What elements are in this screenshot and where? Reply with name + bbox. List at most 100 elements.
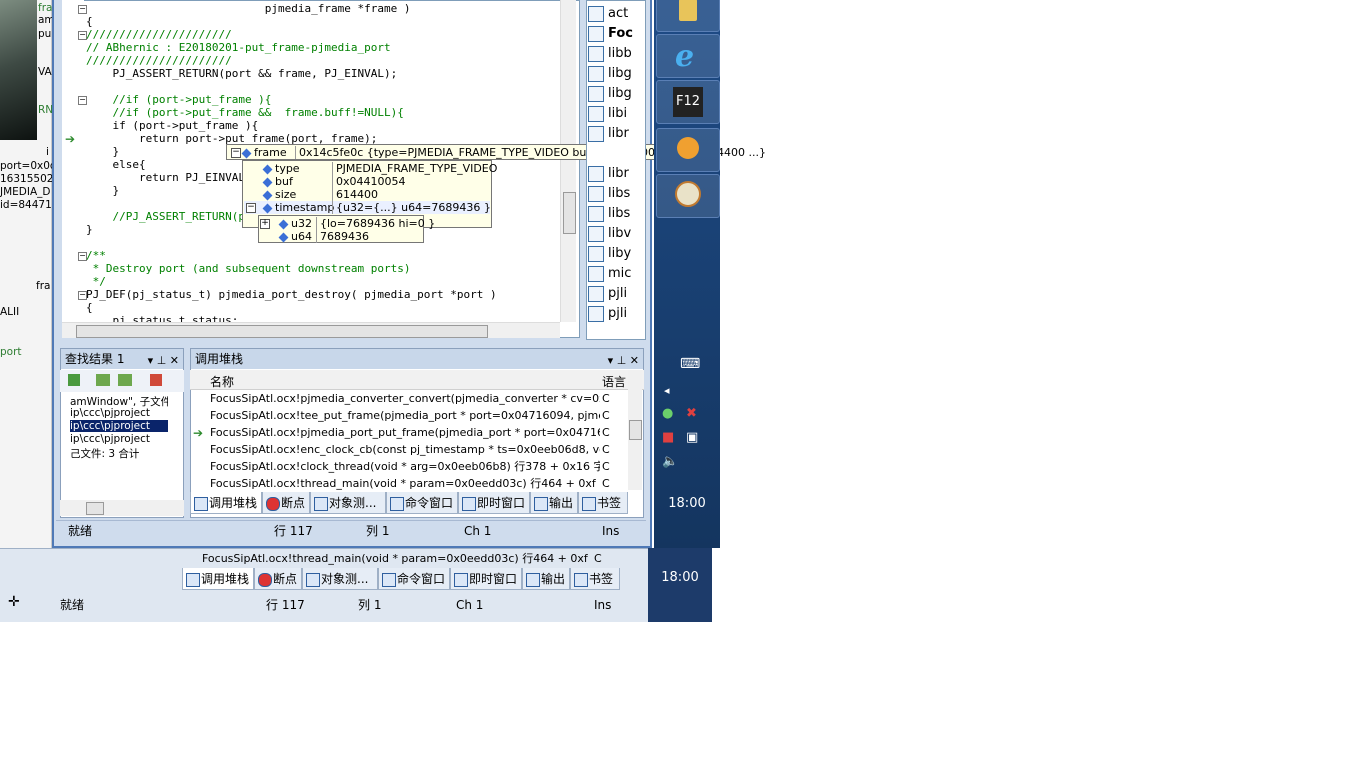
- taskbar-media-button[interactable]: [656, 128, 720, 172]
- taskbar-clock[interactable]: 18:00: [654, 494, 720, 514]
- tab-bookmarks[interactable]: 书签: [578, 492, 628, 514]
- find-result-line[interactable]: ip\ccc\pjproject: [70, 433, 168, 445]
- stack-vscroll-thumb[interactable]: [629, 420, 642, 440]
- code-line: //////////////////////: [86, 28, 232, 41]
- ghost-tab-bookmarks: 书签: [570, 568, 620, 590]
- stack-frame-row[interactable]: FocusSipAtl.ocx!tee_put_frame(pjmedia_po…: [210, 407, 600, 424]
- tab-command-window[interactable]: 命令窗口: [386, 492, 458, 514]
- show-hidden-icons-icon[interactable]: ◂: [664, 384, 670, 397]
- tab-call-stack[interactable]: 调用堆栈: [190, 492, 262, 514]
- datatip-row-timestamp[interactable]: − timestamp {u32={...} u64=7689436 }: [244, 201, 491, 214]
- solution-item[interactable]: libi: [588, 104, 627, 124]
- move-icon: ✛: [8, 594, 20, 610]
- previous-result-icon[interactable]: [96, 374, 110, 386]
- solution-item-label: Foc: [608, 26, 633, 41]
- find-hscroll[interactable]: [60, 500, 184, 516]
- left-fragment: pu: [38, 28, 52, 40]
- stack-frame-row[interactable]: FocusSipAtl.ocx!pjmedia_port_put_frame(p…: [210, 424, 600, 441]
- solution-item[interactable]: pjli: [588, 304, 627, 324]
- immediate-window-icon: [462, 497, 476, 511]
- solution-item[interactable]: Foc: [588, 24, 633, 44]
- editor-hscroll-thumb[interactable]: [76, 325, 488, 338]
- tab-label: 书签: [589, 572, 614, 586]
- expand-icon[interactable]: +: [260, 219, 270, 229]
- find-result-line-selected[interactable]: ip\ccc\pjproject: [70, 420, 168, 432]
- editor-vscroll-thumb[interactable]: [563, 192, 576, 234]
- code-line: pjmedia_frame *frame ): [86, 2, 411, 15]
- project-icon: [588, 85, 604, 102]
- network-error-icon[interactable]: ✖: [686, 406, 697, 421]
- project-icon: [588, 45, 604, 62]
- tab-breakpoints[interactable]: 断点: [262, 492, 310, 514]
- left-fragment: i: [46, 146, 49, 158]
- stack-frame-row[interactable]: FocusSipAtl.ocx!enc_clock_cb(const pj_ti…: [210, 441, 600, 458]
- taskbar-ie-button[interactable]: e: [656, 34, 720, 78]
- collapse-icon[interactable]: −: [231, 148, 241, 158]
- taskbar-paint-button[interactable]: [656, 174, 720, 218]
- stack-frame-language: C: [602, 443, 610, 456]
- find-hscroll-thumb[interactable]: [86, 502, 104, 515]
- field-icon: [278, 219, 289, 229]
- security-icon[interactable]: ■: [662, 430, 674, 445]
- call-stack-title: 调用堆栈 ▾ ⊥ ✕: [191, 349, 643, 369]
- project-icon: [588, 105, 604, 122]
- taskbar-explorer-button[interactable]: [656, 0, 720, 32]
- code-line: * Destroy port (and subsequent downstrea…: [86, 262, 411, 275]
- call-stack-icon: [194, 497, 208, 511]
- project-icon: [588, 245, 604, 262]
- pane-title-text: 查找结果 1: [65, 352, 125, 366]
- tab-output[interactable]: 输出: [530, 492, 578, 514]
- solution-item[interactable]: libg: [588, 64, 632, 84]
- dropdown-icon[interactable]: ▾: [608, 354, 614, 367]
- tab-label: 命令窗口: [405, 496, 454, 510]
- column-header-language[interactable]: 语言: [602, 373, 626, 390]
- solution-item[interactable]: pjli: [588, 284, 627, 304]
- solution-item[interactable]: act: [588, 4, 628, 24]
- next-result-icon[interactable]: [118, 374, 132, 386]
- field-icon: [262, 164, 273, 174]
- code-line: if (port->put_frame ){: [86, 119, 259, 132]
- dropdown-icon[interactable]: ▾: [148, 354, 154, 367]
- solution-item[interactable]: liby: [588, 244, 631, 264]
- close-icon[interactable]: ✕: [170, 354, 179, 367]
- pin-icon[interactable]: ⊥: [617, 354, 627, 367]
- field-icon: [241, 148, 252, 158]
- pin-icon[interactable]: ⊥: [157, 354, 167, 367]
- left-fragment: id=844715: [0, 199, 52, 211]
- solution-item[interactable]: libs: [588, 204, 630, 224]
- solution-item[interactable]: mic: [588, 264, 631, 284]
- editor-horizontal-scrollbar[interactable]: [62, 322, 560, 338]
- code-line: {: [86, 301, 93, 314]
- clear-all-icon[interactable]: [150, 374, 162, 386]
- stack-frame-row[interactable]: FocusSipAtl.ocx!thread_main(void * param…: [210, 475, 600, 492]
- find-result-line[interactable]: 己文件: 3 合计: [70, 446, 168, 461]
- tab-object-test[interactable]: 对象测...: [310, 492, 386, 514]
- solution-item[interactable]: libg: [588, 84, 632, 104]
- member-value: 0x04410054: [332, 175, 406, 188]
- close-icon[interactable]: ✕: [630, 354, 639, 367]
- column-header-name[interactable]: 名称: [210, 373, 234, 390]
- solution-item[interactable]: libr: [588, 164, 629, 184]
- taskbar-f12-button[interactable]: F12: [656, 80, 720, 124]
- stack-vscroll[interactable]: [628, 370, 642, 490]
- network-icon[interactable]: ▣: [686, 430, 698, 445]
- project-icon: [588, 265, 604, 282]
- tab-immediate-window[interactable]: 即时窗口: [458, 492, 530, 514]
- solution-item[interactable]: libr: [588, 124, 629, 144]
- find-result-line[interactable]: ip\ccc\pjproject: [70, 407, 168, 419]
- collapse-icon[interactable]: −: [246, 203, 256, 213]
- solution-item-label: pjli: [608, 306, 628, 321]
- editor-vertical-scrollbar[interactable]: [560, 0, 576, 322]
- solution-item[interactable]: libv: [588, 224, 631, 244]
- solution-item[interactable]: libs: [588, 184, 630, 204]
- solution-item[interactable]: libb: [588, 44, 632, 64]
- stack-frame-row[interactable]: FocusSipAtl.ocx!clock_thread(void * arg=…: [210, 458, 600, 475]
- bookmark-icon: [582, 497, 596, 511]
- keyboard-icon[interactable]: ⌨: [680, 356, 700, 372]
- goto-location-icon[interactable]: [68, 374, 80, 386]
- volume-icon[interactable]: 🔈: [662, 454, 678, 469]
- ghost-taskbar-clock: 18:00: [661, 570, 699, 585]
- code-line: pj_status_t status;: [86, 314, 239, 322]
- wechat-icon[interactable]: ●: [662, 406, 673, 421]
- stack-frame-row[interactable]: FocusSipAtl.ocx!pjmedia_converter_conver…: [210, 390, 600, 407]
